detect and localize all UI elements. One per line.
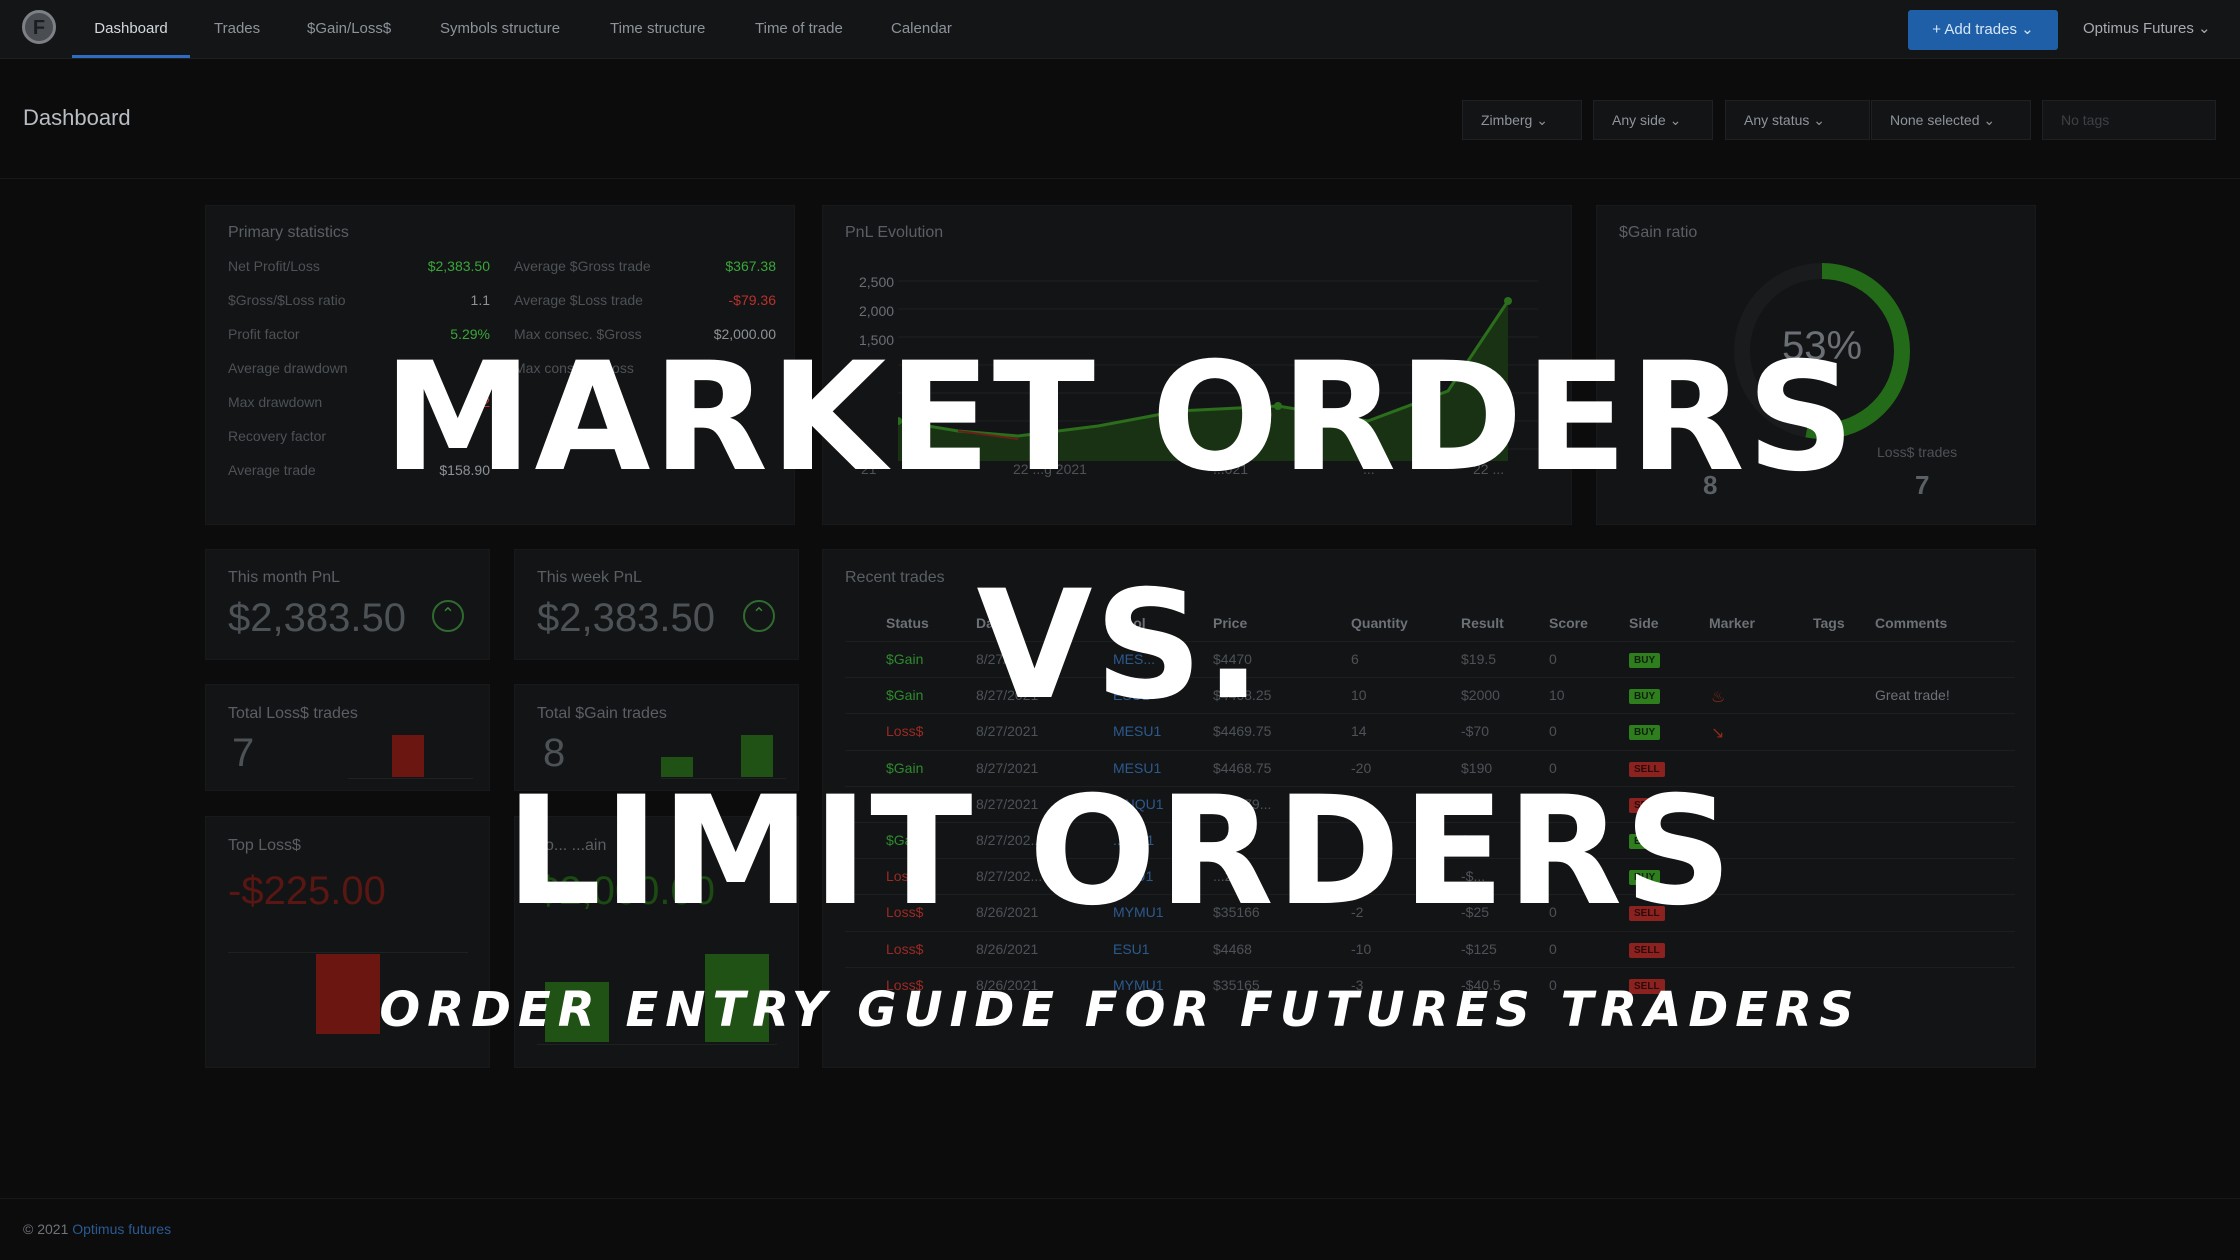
stat-label: Net Profit/Loss	[228, 258, 320, 274]
table-cell-result: -$125	[1461, 940, 1497, 957]
trend-down-icon: ↘	[1711, 725, 1725, 743]
overlay-title-line-1: MARKET ORDERS	[383, 331, 1857, 505]
side-badge: SELL	[1629, 942, 1665, 958]
loss-bar	[392, 735, 424, 777]
top-nav: F Dashboard Trades $Gain/Loss$ Symbols s…	[0, 0, 2240, 59]
footer-link[interactable]: Optimus futures	[72, 1221, 171, 1237]
baseline	[228, 952, 468, 953]
stat-value: -$79.36	[728, 292, 776, 308]
header-divider	[0, 178, 2240, 179]
table-cell-status: Loss$	[886, 940, 924, 957]
stat-value: $367.38	[725, 258, 776, 274]
stat-label: Average $Loss trade	[514, 292, 643, 308]
tags-input[interactable]: No tags	[2042, 100, 2216, 140]
total-loss-value: 7	[232, 731, 255, 775]
baseline	[537, 1044, 777, 1045]
table-cell-sym[interactable]: ESU1	[1113, 941, 1150, 957]
tab-time-structure[interactable]: Time structure	[610, 0, 705, 58]
tab-calendar[interactable]: Calendar	[891, 0, 952, 58]
footer-divider	[0, 1198, 2240, 1199]
filter-selection[interactable]: None selected ⌄	[1871, 100, 2031, 140]
footer-copyright: © 2021	[23, 1221, 69, 1237]
filter-status[interactable]: Any status ⌄	[1725, 100, 1870, 140]
overlay-subtitle: ORDER ENTRY GUIDE FOR FUTURES TRADERS	[379, 982, 1861, 1038]
table-row-divider	[845, 749, 2015, 751]
app-logo-icon[interactable]: F	[22, 10, 56, 44]
add-trades-button[interactable]: + Add trades ⌄	[1908, 10, 2058, 50]
tab-trades[interactable]: Trades	[214, 0, 260, 58]
page-title: Dashboard	[23, 105, 131, 130]
table-cell-score: 0	[1549, 940, 1557, 957]
y-tick: 2,500	[859, 274, 895, 290]
filter-side[interactable]: Any side ⌄	[1593, 100, 1713, 140]
card-title: Primary statistics	[228, 224, 349, 241]
table-cell-qty: -10	[1351, 940, 1372, 957]
y-tick: 2,000	[859, 303, 895, 319]
card-title: PnL Evolution	[845, 224, 944, 241]
table-cell-price: $4468	[1213, 940, 1252, 957]
stat-value: 1.1	[470, 292, 490, 308]
table-row-divider	[845, 966, 2015, 968]
stat-label: Average $Gross trade	[514, 258, 651, 274]
tab-symbols-structure[interactable]: Symbols structure	[440, 0, 560, 58]
stat-value: $2,383.50	[427, 258, 490, 274]
overlay-title-line-2: VS.	[976, 559, 1264, 733]
stat-label: $Gross/$Loss ratio	[228, 292, 346, 308]
tab-gain-loss[interactable]: $Gain/Loss$	[307, 0, 391, 58]
tab-time-of-trade[interactable]: Time of trade	[755, 0, 843, 58]
side-badge: BUY	[1629, 725, 1661, 741]
footer: © 2021 Optimus futures	[23, 1221, 171, 1237]
filter-account[interactable]: Zimberg ⌄	[1462, 100, 1582, 140]
account-menu[interactable]: Optimus Futures ⌄	[2083, 0, 2211, 58]
overlay-title-line-3: LIMIT ORDERS	[505, 765, 1735, 939]
table-cell-date: 8/26/2021	[976, 940, 1039, 957]
tab-dashboard[interactable]: Dashboard	[72, 0, 190, 58]
pnl-point	[1504, 297, 1512, 305]
card-title: $Gain ratio	[1619, 224, 1698, 241]
